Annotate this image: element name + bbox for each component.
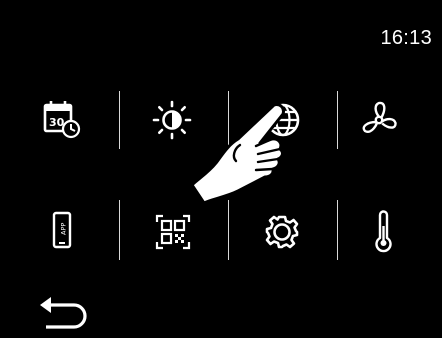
- temperature-button[interactable]: [355, 204, 411, 260]
- brightness-icon: [152, 100, 192, 140]
- globe-icon: [266, 103, 300, 137]
- divider: [119, 91, 120, 149]
- app-label: APP: [60, 223, 68, 235]
- brightness-button[interactable]: [144, 92, 200, 148]
- clock: 16:13: [380, 27, 432, 49]
- qr-code-icon: [155, 214, 191, 250]
- gear-icon: [265, 215, 299, 249]
- control-panel-screen: 16:13 30 APP: [0, 0, 442, 334]
- divider: [119, 200, 120, 260]
- language-button[interactable]: [255, 92, 311, 148]
- fan-button[interactable]: [351, 92, 407, 148]
- divider: [228, 200, 229, 260]
- divider: [337, 91, 338, 149]
- app-phone-icon: APP: [52, 211, 72, 249]
- fan-icon: [362, 101, 397, 133]
- calendar-clock-icon: 30: [43, 101, 81, 139]
- app-button[interactable]: APP: [34, 204, 90, 260]
- divider: [228, 91, 229, 149]
- back-button[interactable]: [38, 295, 92, 333]
- thermometer-icon: [375, 210, 392, 253]
- back-arrow-icon: [40, 297, 87, 329]
- divider: [337, 200, 338, 260]
- qr-code-button[interactable]: [145, 204, 201, 260]
- calendar-timer-button[interactable]: 30: [36, 92, 92, 148]
- settings-button[interactable]: [254, 204, 310, 260]
